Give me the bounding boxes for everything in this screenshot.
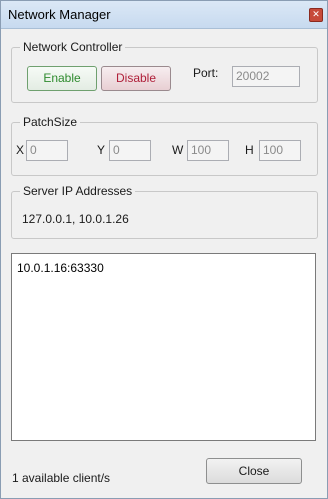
y-field[interactable]: 0 (109, 140, 151, 161)
disable-button[interactable]: Disable (101, 66, 171, 91)
enable-button[interactable]: Enable (27, 66, 97, 91)
patch-size-group: PatchSize X 0 Y 0 W 100 H 100 (11, 115, 318, 176)
h-label: H (245, 143, 254, 157)
w-field[interactable]: 100 (187, 140, 229, 161)
port-field[interactable]: 20002 (232, 66, 300, 87)
x-label: X (16, 143, 25, 157)
h-field[interactable]: 100 (259, 140, 301, 161)
client-list[interactable]: 10.0.1.16:63330 (11, 253, 316, 441)
title-bar[interactable]: Network Manager ✕ (1, 1, 327, 29)
patch-size-legend: PatchSize (20, 115, 81, 129)
close-button[interactable]: Close (206, 458, 302, 484)
y-label: Y (97, 143, 106, 157)
client-count-status: 1 available client/s (12, 471, 111, 485)
x-field[interactable]: 0 (26, 140, 68, 161)
network-controller-group: Network Controller Enable Disable Port: … (11, 40, 318, 103)
server-ip-addresses: 127.0.0.1, 10.0.1.26 (22, 212, 129, 226)
port-label: Port: (193, 66, 219, 80)
network-manager-window: Network Manager ✕ Network Controller Ena… (0, 0, 328, 499)
w-label: W (172, 143, 184, 157)
server-ip-legend: Server IP Addresses (20, 184, 136, 198)
close-icon[interactable]: ✕ (309, 8, 323, 22)
server-ip-group: Server IP Addresses 127.0.0.1, 10.0.1.26 (11, 184, 318, 239)
list-item[interactable]: 10.0.1.16:63330 (17, 261, 104, 275)
window-title: Network Manager (8, 7, 111, 22)
network-controller-legend: Network Controller (20, 40, 126, 54)
